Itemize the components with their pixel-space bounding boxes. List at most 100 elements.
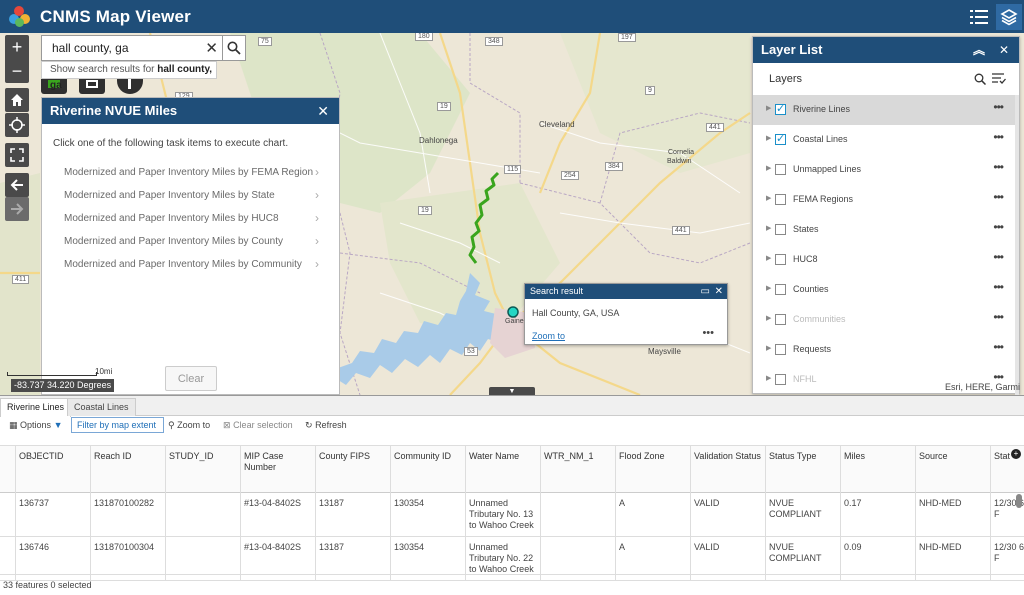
layer-row[interactable]: ▶ Communities ••• — [753, 305, 1019, 335]
table-cell — [165, 493, 240, 537]
layer-list-icon[interactable] — [996, 4, 1022, 30]
expand-icon[interactable]: ▶ — [766, 164, 771, 172]
more-icon[interactable]: ••• — [993, 100, 1004, 114]
zoom-to-button[interactable]: ⚲ Zoom to — [168, 420, 210, 431]
expand-icon[interactable]: ▶ — [766, 194, 771, 202]
column-header[interactable]: Status Type — [765, 446, 840, 494]
search-button[interactable] — [222, 35, 246, 61]
zoom-in-button[interactable]: + — [5, 35, 29, 59]
column-header[interactable]: County FIPS — [315, 446, 390, 494]
expand-icon[interactable]: ▶ — [766, 314, 771, 322]
column-header[interactable]: Community ID — [390, 446, 465, 494]
table-header: OBJECTID Reach ID STUDY_ID MIP Case Number C… — [0, 445, 1024, 494]
layer-checkbox[interactable] — [775, 102, 786, 115]
road-label: 441 — [672, 226, 690, 235]
layer-checkbox[interactable] — [775, 254, 786, 265]
layer-rows: ▶ Riverine Lines ••• ▶ Coastal Lines ••• ▶ Unma… — [753, 95, 1019, 395]
more-icon[interactable]: ••• — [993, 190, 1004, 204]
column-header[interactable]: Reach ID — [90, 446, 165, 494]
expand-icon[interactable]: ▶ — [766, 284, 771, 292]
layer-checkbox[interactable] — [775, 224, 786, 235]
refresh-button[interactable]: ↻ Refresh — [305, 420, 347, 431]
filter-by-map-extent[interactable]: Filter by map extent — [71, 417, 164, 433]
search-box: ✕ — [41, 35, 223, 61]
more-icon[interactable]: ••• — [993, 310, 1004, 324]
search-icon[interactable] — [974, 73, 986, 85]
close-icon[interactable]: ✕ — [715, 284, 723, 299]
column-header[interactable]: Water Name — [465, 446, 540, 494]
column-header[interactable]: OBJECTID — [15, 446, 90, 494]
expand-icon[interactable]: ▶ — [766, 344, 771, 352]
previous-extent-button[interactable] — [5, 173, 29, 197]
more-icon[interactable]: ••• — [993, 130, 1004, 144]
layer-row[interactable]: ▶ Coastal Lines ••• — [753, 125, 1019, 155]
column-header[interactable]: STUDY_ID — [165, 446, 240, 494]
more-icon[interactable]: ••• — [993, 280, 1004, 294]
layer-row[interactable]: ▶ FEMA Regions ••• — [753, 185, 1019, 215]
expand-icon[interactable]: ▶ — [766, 134, 771, 142]
clear-button[interactable]: Clear — [165, 366, 217, 391]
task-item[interactable]: Modernized and Paper Inventory Miles by … — [42, 253, 339, 276]
expand-icon[interactable]: ▶ — [766, 104, 771, 112]
more-icon[interactable]: ••• — [993, 340, 1004, 354]
layer-row[interactable]: ▶ Requests ••• — [753, 335, 1019, 365]
add-column-icon[interactable]: + — [1011, 449, 1021, 459]
task-item[interactable]: Modernized and Paper Inventory Miles by … — [42, 230, 339, 253]
layer-row[interactable]: ▶ States ••• — [753, 215, 1019, 245]
task-item[interactable]: Modernized and Paper Inventory Miles by … — [42, 161, 339, 184]
task-item[interactable]: Modernized and Paper Inventory Miles by … — [42, 184, 339, 207]
fullscreen-button[interactable] — [5, 143, 29, 167]
column-header[interactable]: MIP Case Number — [240, 446, 315, 494]
next-extent-button[interactable] — [5, 197, 29, 221]
layer-checkbox[interactable] — [775, 284, 786, 295]
clear-selection-button[interactable]: ⊠ Clear selection — [223, 420, 293, 431]
collapse-icon[interactable]: ︽ — [973, 37, 985, 63]
column-header[interactable]: Flood Zone — [615, 446, 690, 494]
layer-checkbox[interactable] — [775, 194, 786, 205]
column-header[interactable]: Miles — [840, 446, 915, 494]
search-input[interactable] — [50, 40, 200, 56]
expand-icon[interactable]: ▶ — [766, 374, 771, 382]
table-scrollbar[interactable] — [1016, 492, 1022, 572]
attribute-table-icon[interactable] — [966, 4, 992, 30]
map[interactable]: 180 348 197 75 19 129 9 441 Cleveland Da… — [0, 33, 1024, 395]
layer-options-icon[interactable] — [992, 72, 1006, 85]
clear-search-icon[interactable]: ✕ — [205, 39, 218, 57]
tab-coastal-lines[interactable]: Coastal Lines — [67, 398, 136, 416]
table-row[interactable]: 136737 131870100282 #13-04-8402S 13187 13035… — [0, 493, 1024, 537]
layer-row[interactable]: ▶ HUC8 ••• — [753, 245, 1019, 275]
zoom-out-button[interactable]: − — [5, 59, 29, 83]
grid-icon — [86, 80, 98, 88]
layer-checkbox[interactable] — [775, 132, 786, 145]
layer-checkbox[interactable] — [775, 314, 786, 325]
table-toggle-handle[interactable]: ▼ — [489, 387, 535, 395]
column-header[interactable]: Validation Status — [690, 446, 765, 494]
tab-riverine-lines[interactable]: Riverine Lines — [0, 398, 72, 417]
expand-icon[interactable]: ▶ — [766, 254, 771, 262]
search-suggestion[interactable]: Show search results for hall county, ga — [41, 61, 217, 91]
column-header[interactable]: WTR_NM_1 — [540, 446, 615, 494]
options-menu[interactable]: ▦ Options ▼ — [9, 420, 63, 431]
layer-checkbox[interactable] — [775, 164, 786, 175]
expand-icon[interactable]: ▶ — [766, 224, 771, 232]
layer-row[interactable]: ▶ Riverine Lines ••• — [753, 95, 1019, 125]
more-icon[interactable]: ••• — [993, 160, 1004, 174]
home-button[interactable] — [5, 88, 29, 112]
close-icon[interactable]: ✕ — [317, 98, 329, 124]
task-item[interactable]: Modernized and Paper Inventory Miles by … — [42, 207, 339, 230]
close-icon[interactable]: ✕ — [999, 37, 1009, 63]
locate-button[interactable] — [5, 113, 29, 137]
popup-zoom-link[interactable]: Zoom to — [532, 331, 565, 341]
table-footer: 33 features 0 selected — [0, 574, 1024, 595]
more-icon[interactable]: ••• — [702, 327, 714, 339]
task-item-label: Modernized and Paper Inventory Miles by … — [64, 190, 275, 201]
maximize-icon[interactable]: ▭ — [701, 284, 710, 299]
layer-row[interactable]: ▶ Counties ••• — [753, 275, 1019, 305]
more-icon[interactable]: ••• — [993, 250, 1004, 264]
layer-checkbox[interactable] — [775, 344, 786, 355]
layer-checkbox[interactable] — [775, 374, 786, 385]
column-header[interactable]: Source — [915, 446, 990, 494]
more-icon[interactable]: ••• — [993, 220, 1004, 234]
layer-row[interactable]: ▶ Unmapped Lines ••• — [753, 155, 1019, 185]
layer-list-scrollbar[interactable] — [1015, 95, 1019, 395]
